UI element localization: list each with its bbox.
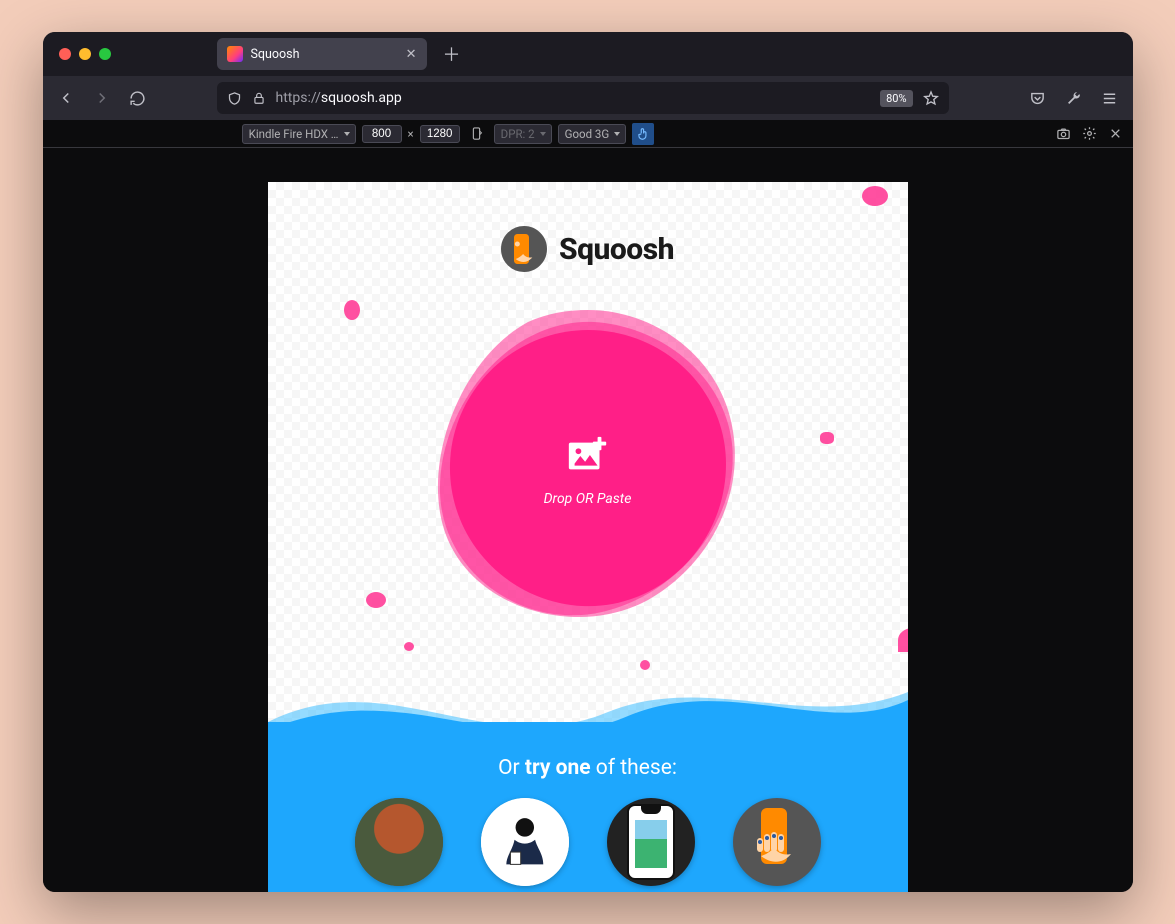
url-protocol: https:// [276,90,321,106]
add-image-icon [565,433,611,479]
decorative-blob [640,660,650,670]
menu-icon[interactable] [1099,87,1121,109]
pocket-icon[interactable] [1027,87,1049,109]
url-bar[interactable]: https://squoosh.app 80% [217,82,949,114]
browser-window: Squoosh ✕ ＋ https://squoosh.app 80% [43,32,1133,892]
viewport-height-input[interactable] [420,125,460,143]
window-controls [59,48,111,60]
decorative-blob [344,300,360,320]
reload-button[interactable] [127,87,149,109]
zoom-badge[interactable]: 80% [880,90,912,107]
drop-target[interactable]: Drop OR Paste [418,300,758,640]
bookmark-icon[interactable] [923,90,939,106]
device-preset-select[interactable]: Kindle Fire HDX … [242,124,356,144]
maximize-window-button[interactable] [99,48,111,60]
minimize-window-button[interactable] [79,48,91,60]
lock-icon[interactable] [252,91,266,105]
tab-favicon [227,46,243,62]
sample-squoosh-hand[interactable] [733,798,821,886]
new-tab-button[interactable]: ＋ [435,41,469,67]
app-header: Squoosh [268,226,908,272]
forward-button[interactable] [91,87,113,109]
drop-hint: Drop OR Paste [544,491,632,507]
throttle-select[interactable]: Good 3G [558,124,627,144]
sample-illustration-artist[interactable] [481,798,569,886]
dpr-select[interactable]: DPR: 2 [494,124,552,144]
decorative-blob [862,186,888,206]
decorative-blob [404,642,414,651]
close-tab-icon[interactable]: ✕ [406,47,417,62]
decorative-blob [366,592,386,608]
url-host: squoosh.app [321,90,402,106]
touch-simulation-toggle[interactable] [632,123,654,145]
tab-bar: Squoosh ✕ ＋ [43,32,1133,76]
url-text: https://squoosh.app [276,90,871,106]
tab-squoosh[interactable]: Squoosh ✕ [217,38,427,70]
viewport-width-input[interactable] [362,125,402,143]
devtools-settings-icon[interactable] [1078,123,1100,145]
app-name: Squoosh [559,232,674,267]
responsive-viewport-area: Squoosh [43,148,1133,892]
dimension-separator: × [408,127,414,141]
sample-photo-red-panda[interactable] [355,798,443,886]
responsive-design-toolbar: Kindle Fire HDX … × DPR: 2 Good 3G [43,120,1133,148]
wrench-icon[interactable] [1063,87,1085,109]
shield-icon[interactable] [227,91,242,106]
squoosh-logo-icon [501,226,547,272]
device-frame: Squoosh [268,182,908,892]
navigation-toolbar: https://squoosh.app 80% [43,76,1133,120]
screenshot-icon[interactable] [1052,123,1074,145]
decorative-blob [820,432,834,444]
samples-heading: Or try one of these: [268,756,908,780]
sample-images-row [268,798,908,886]
close-window-button[interactable] [59,48,71,60]
tab-title: Squoosh [251,47,398,62]
rotate-device-icon[interactable] [466,123,488,145]
close-responsive-mode-icon[interactable] [1104,123,1126,145]
sample-screenshot-phone[interactable] [607,798,695,886]
back-button[interactable] [55,87,77,109]
